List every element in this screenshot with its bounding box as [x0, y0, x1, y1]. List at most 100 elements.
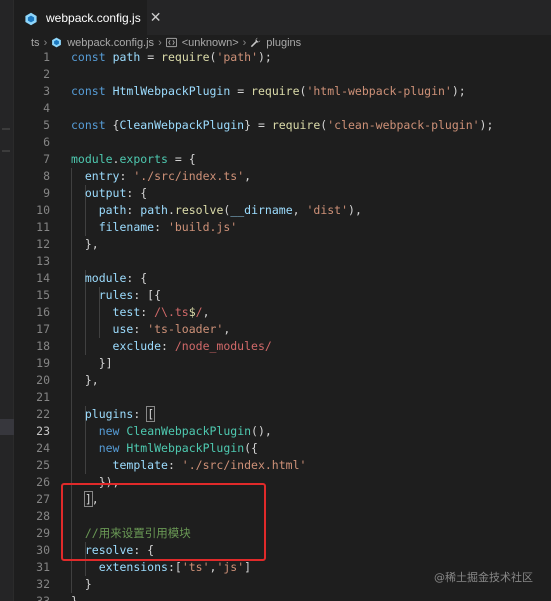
code-token: HtmlWebpackPlugin: [126, 441, 245, 455]
code-token: },: [71, 373, 99, 387]
code-line[interactable]: 3 const HtmlWebpackPlugin = require('html…: [14, 83, 551, 100]
wrench-icon: [250, 37, 261, 48]
breadcrumb-item-unknown[interactable]: <unknown>: [165, 37, 239, 49]
code-token: =: [140, 50, 162, 64]
sidebar-edge-mark: [2, 128, 10, 130]
gear-file-icon: [24, 11, 38, 25]
code-token: new: [98, 424, 120, 438]
line-code: entry: './src/index.ts',: [71, 168, 251, 185]
tab-bar: webpack.config.js ✕: [14, 0, 551, 35]
breadcrumb-item-file[interactable]: webpack.config.js: [51, 37, 154, 49]
code-token: module: [84, 271, 127, 285]
code-line[interactable]: 11 filename: 'build.js': [14, 219, 551, 236]
breadcrumb-item-ts[interactable]: ts: [31, 37, 40, 49]
code-token: resolve: [84, 543, 134, 557]
chevron-right-icon: ›: [158, 36, 162, 49]
sidebar-selected-mark[interactable]: [0, 419, 14, 435]
code-line[interactable]: 23 new CleanWebpackPlugin(),: [14, 423, 551, 440]
line-number: 23: [36, 424, 50, 438]
code-area[interactable]: 1 const path = require('path'); 2 3 const Ht…: [14, 49, 551, 601]
line-code: }: [71, 576, 92, 593]
code-token: $: [188, 305, 196, 319]
code-line[interactable]: 26 }),: [14, 474, 551, 491]
code-line[interactable]: 17 use: 'ts-loader',: [14, 321, 551, 338]
code-token: require: [161, 50, 210, 64]
code-token: }]: [71, 356, 113, 370]
code-line[interactable]: 28: [14, 508, 551, 525]
code-token: path: [98, 203, 127, 217]
line-number: 11: [36, 220, 50, 234]
line-number: 3: [43, 84, 50, 98]
code-token: 'path': [216, 50, 258, 64]
code-line[interactable]: 13: [14, 253, 551, 270]
code-line[interactable]: 27 ],: [14, 491, 551, 508]
line-code: path: path.resolve(__dirname, 'dist'),: [71, 202, 362, 219]
line-code: const {CleanWebpackPlugin} = require('cl…: [71, 117, 493, 134]
code-token: :: [154, 220, 168, 234]
code-token: const: [71, 50, 106, 64]
breadcrumb-item-plugins[interactable]: plugins: [250, 37, 301, 49]
code-token: exports: [119, 152, 168, 166]
code-line[interactable]: 20 },: [14, 372, 551, 389]
line-number: 29: [36, 526, 50, 540]
line-code: exclude: /node_modules/: [71, 338, 272, 355]
line-code: output: {: [71, 185, 147, 202]
code-token: );: [479, 118, 494, 132]
code-line[interactable]: 14 module: {: [14, 270, 551, 287]
code-line[interactable]: 30 resolve: {: [14, 542, 551, 559]
code-token: ,: [202, 305, 210, 319]
code-line[interactable]: 25 template: './src/index.html': [14, 457, 551, 474]
code-line[interactable]: 33}: [14, 593, 551, 601]
code-token: : [{: [133, 288, 162, 302]
code-token: 'html-webpack-plugin': [306, 84, 452, 98]
code-token: /: [195, 305, 203, 319]
code-token: CleanWebpackPlugin: [126, 424, 252, 438]
line-code: plugins: [: [71, 406, 156, 423]
code-token: 'ts-loader': [147, 322, 224, 336]
braces-icon: [165, 37, 177, 48]
code-line[interactable]: 16 test: /\.ts$/,: [14, 304, 551, 321]
code-token: module: [71, 152, 113, 166]
chevron-right-icon: ›: [43, 36, 48, 49]
code-line[interactable]: 19 }]: [14, 355, 551, 372]
code-token: HtmlWebpackPlugin: [112, 84, 231, 98]
code-line[interactable]: 5 const {CleanWebpackPlugin} = require('c…: [14, 117, 551, 134]
code-line[interactable]: 12 },: [14, 236, 551, 253]
code-token: const: [71, 84, 106, 98]
code-line[interactable]: 21: [14, 389, 551, 406]
line-number: 22: [36, 407, 50, 421]
line-number: 15: [36, 288, 50, 302]
code-token: plugins: [84, 407, 134, 421]
close-icon[interactable]: ✕: [150, 11, 162, 25]
watermark: @稀土掘金技术社区: [434, 571, 533, 584]
code-line[interactable]: 10 path: path.resolve(__dirname, 'dist')…: [14, 202, 551, 219]
line-code: const path = require('path');: [71, 49, 272, 66]
code-line[interactable]: 24 new HtmlWebpackPlugin({: [14, 440, 551, 457]
code-line[interactable]: 8 entry: './src/index.ts',: [14, 168, 551, 185]
code-line[interactable]: 18 exclude: /node_modules/: [14, 338, 551, 355]
tab-webpack-config[interactable]: webpack.config.js ✕: [14, 0, 161, 35]
code-token: ,: [223, 322, 231, 336]
code-token: );: [451, 84, 466, 98]
code-token: ,: [292, 203, 307, 217]
line-number: 27: [36, 492, 50, 506]
code-line[interactable]: 2: [14, 66, 551, 83]
code-token: .: [167, 203, 175, 217]
line-code: template: './src/index.html': [71, 457, 307, 474]
code-token: exclude: [112, 339, 162, 353]
line-number: 5: [43, 118, 50, 132]
code-line[interactable]: 4: [14, 100, 551, 117]
code-line[interactable]: 29 //用来设置引用模块: [14, 525, 551, 542]
code-line[interactable]: 6: [14, 134, 551, 151]
code-line[interactable]: 15 rules: [{: [14, 287, 551, 304]
code-line[interactable]: 22 plugins: [: [14, 406, 551, 423]
code-line[interactable]: 1 const path = require('path');: [14, 49, 551, 66]
code-token: output: [84, 186, 127, 200]
line-number: 2: [43, 67, 50, 81]
code-line[interactable]: 9 output: {: [14, 185, 551, 202]
code-token: } =: [244, 118, 272, 132]
line-number: 20: [36, 373, 50, 387]
code-line[interactable]: 7 module.exports = {: [14, 151, 551, 168]
